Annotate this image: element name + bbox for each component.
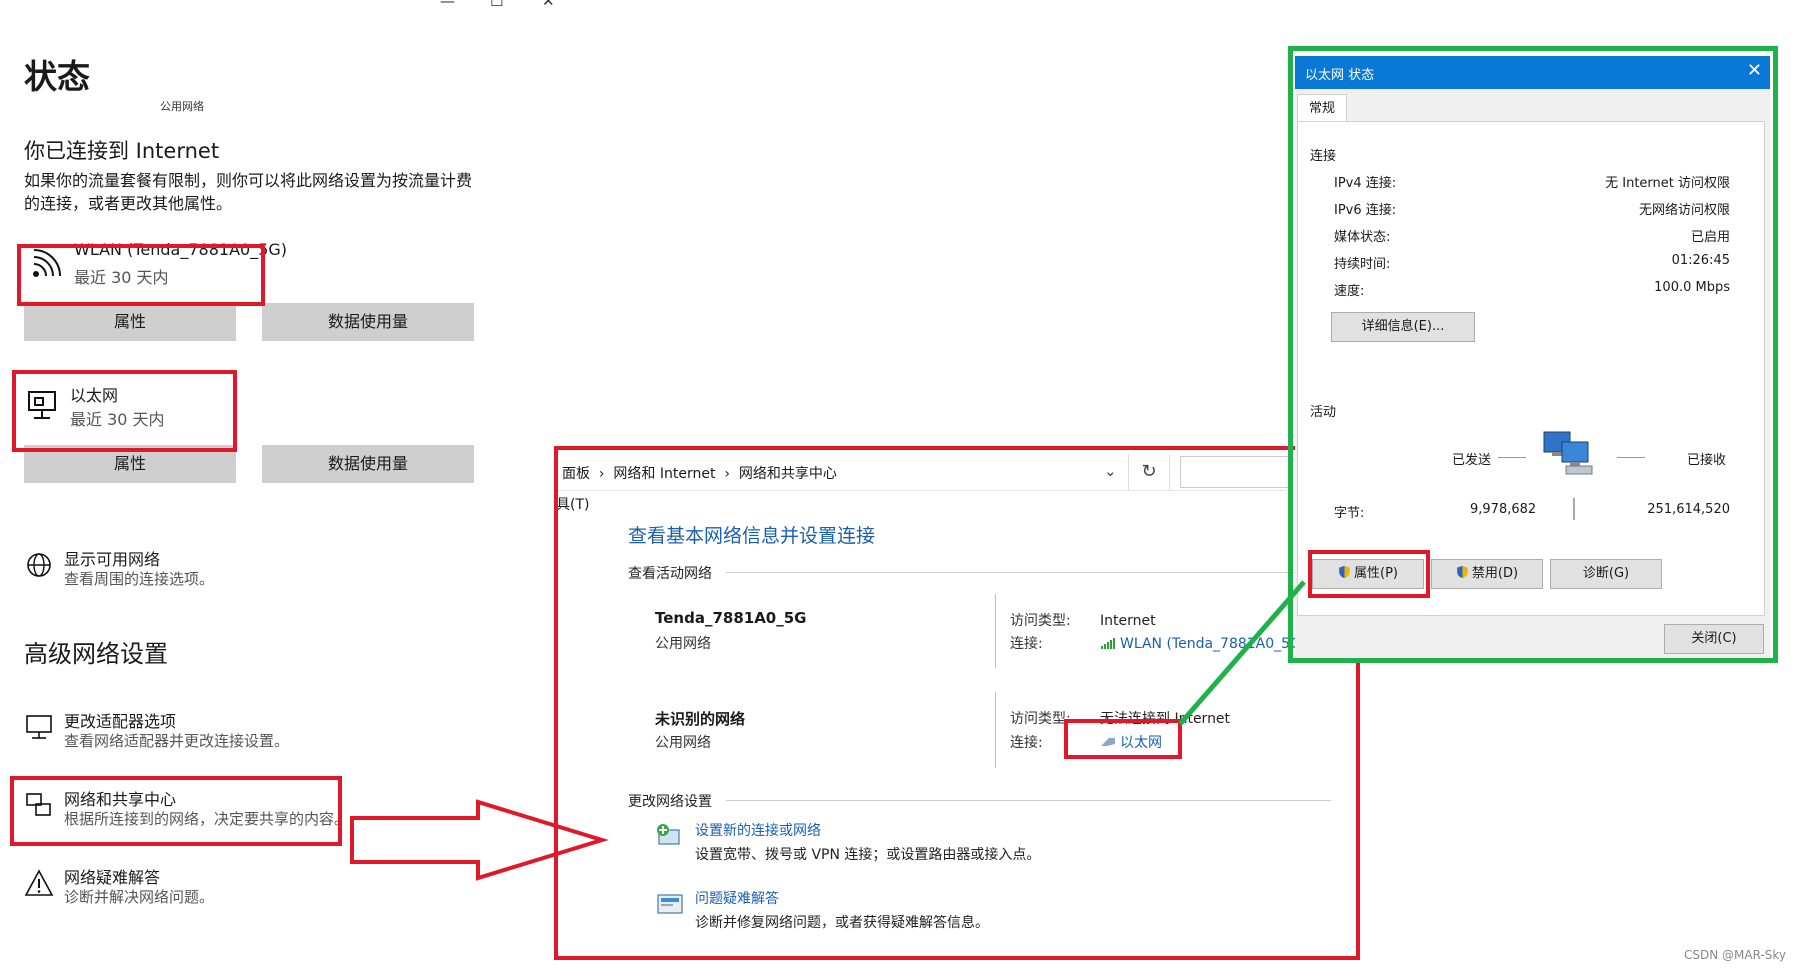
link-description: 查看网络适配器并更改连接设置。 bbox=[64, 732, 290, 750]
highlight-ethernet-link bbox=[1064, 719, 1182, 759]
watermark-credit: CSDN @MAR-Sky bbox=[1683, 948, 1786, 962]
link-description: 诊断并解决网络问题。 bbox=[64, 888, 215, 906]
advanced-settings-heading: 高级网络设置 bbox=[24, 640, 168, 668]
wlan-properties-button[interactable]: 属性 bbox=[24, 303, 236, 341]
maximize-button[interactable]: ☐ bbox=[490, 0, 503, 10]
highlight-wlan bbox=[17, 244, 265, 306]
highlight-sharing-center bbox=[10, 776, 342, 846]
close-button[interactable]: ✕ bbox=[542, 0, 555, 10]
show-available-networks-link[interactable]: 显示可用网络 查看周围的连接选项。 bbox=[24, 546, 324, 592]
minimize-button[interactable]: — bbox=[440, 0, 455, 10]
network-profile-label: 公用网络 bbox=[160, 100, 204, 113]
page-title: 状态 bbox=[24, 57, 90, 96]
link-title: 更改适配器选项 bbox=[64, 712, 177, 731]
wlan-data-usage-button[interactable]: 数据使用量 bbox=[262, 303, 474, 341]
warning-icon bbox=[24, 869, 54, 896]
connector-line bbox=[1178, 580, 1306, 726]
connected-description: 如果你的流量套餐有限制，则你可以将此网络设置为按流量计费的连接，或者更改其他属性… bbox=[24, 171, 473, 213]
highlight-properties-button bbox=[1308, 550, 1430, 598]
link-title: 显示可用网络 bbox=[64, 550, 161, 569]
globe-icon bbox=[27, 553, 51, 577]
change-adapter-options-link[interactable]: 更改适配器选项 查看网络适配器并更改连接设置。 bbox=[24, 708, 344, 754]
ethernet-data-usage-button[interactable]: 数据使用量 bbox=[262, 445, 474, 483]
adapter-icon bbox=[26, 715, 52, 739]
network-troubleshooter-link[interactable]: 网络疑难解答 诊断并解决网络问题。 bbox=[24, 864, 344, 910]
link-title: 网络疑难解答 bbox=[64, 868, 161, 887]
link-description: 查看周围的连接选项。 bbox=[64, 570, 215, 588]
highlight-ethernet bbox=[12, 370, 237, 452]
connected-heading: 你已连接到 Internet bbox=[24, 139, 220, 163]
